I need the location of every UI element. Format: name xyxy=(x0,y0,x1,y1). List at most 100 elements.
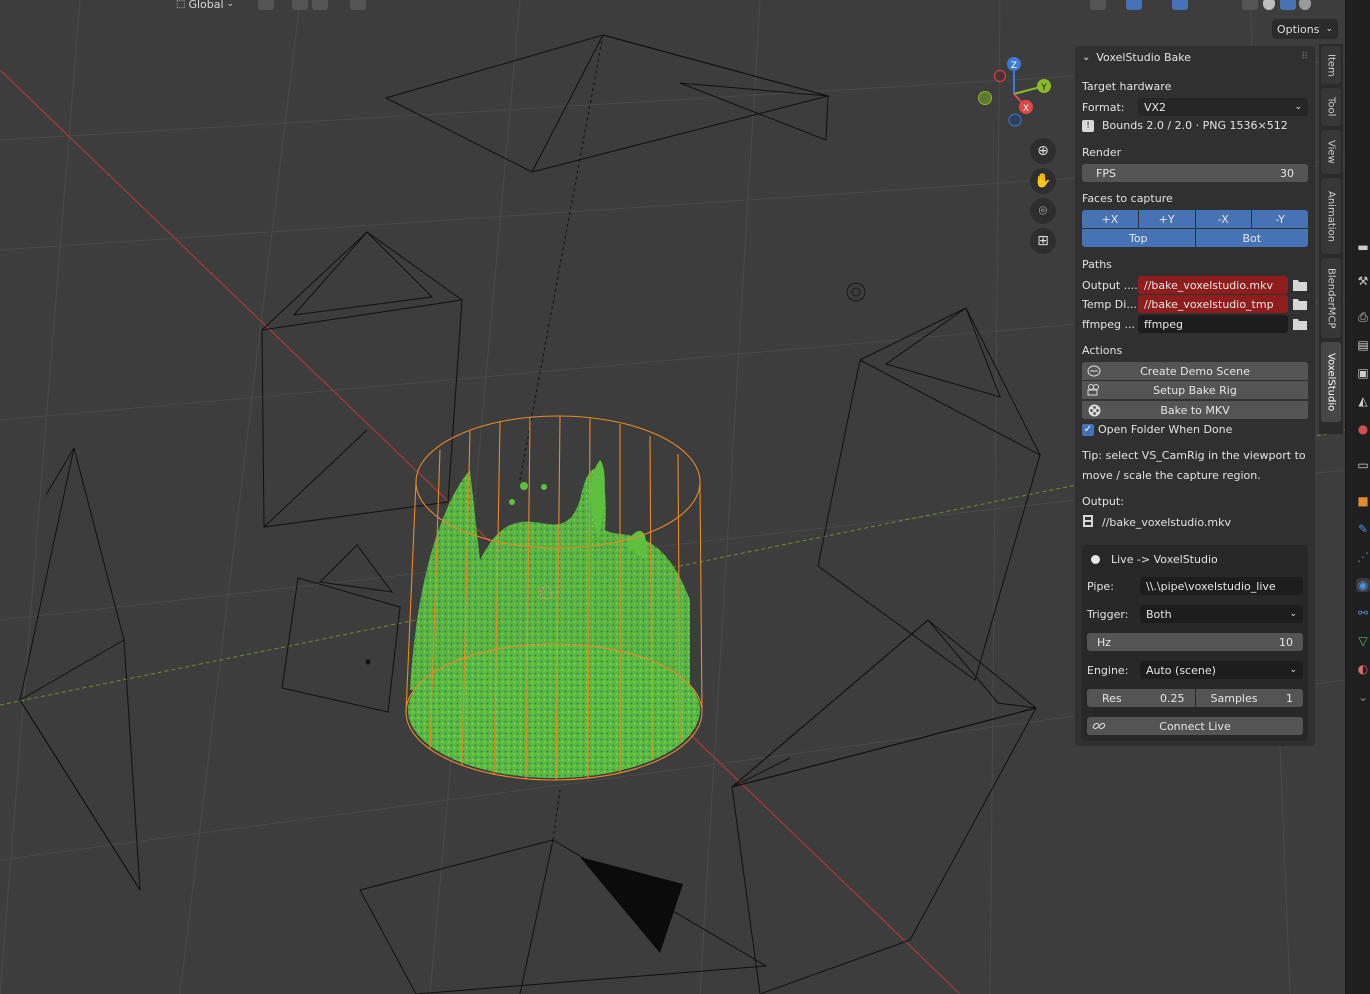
tab-blendermcp[interactable]: BlenderMCP xyxy=(1321,258,1341,338)
face-bot-toggle[interactable]: Bot xyxy=(1195,229,1308,247)
samples-slider[interactable]: Samples 1 xyxy=(1195,689,1303,707)
format-dropdown[interactable]: VX2 ⌄ xyxy=(1138,98,1308,116)
drag-handle-icon[interactable]: ⠿ xyxy=(1301,52,1308,62)
ffmpeg-field[interactable]: ffmpeg xyxy=(1138,315,1288,333)
face-neg-y-toggle[interactable]: -Y xyxy=(1252,210,1308,228)
voxelstudio-bake-panel: ⌄ VoxelStudio Bake ⠿ Target hardware For… xyxy=(1075,46,1315,746)
snap-increment-icon[interactable] xyxy=(312,0,328,10)
tab-item[interactable]: Item xyxy=(1321,46,1341,84)
chevron-down-icon[interactable]: ⌄ xyxy=(1356,690,1370,704)
transform-pivot-icon[interactable] xyxy=(258,0,274,10)
tab-voxelstudio-label: VoxelStudio xyxy=(1325,352,1337,412)
gizmo-x-label: X xyxy=(1023,104,1029,114)
transform-orientation-dropdown[interactable]: ⬚ Global ⌄ xyxy=(176,0,234,12)
status-dot-icon xyxy=(1091,555,1100,564)
shading-rendered-icon[interactable] xyxy=(1299,0,1311,10)
face-top-toggle[interactable]: Top xyxy=(1082,229,1195,247)
chevron-down-icon: ⌄ xyxy=(1289,665,1297,675)
trigger-dropdown[interactable]: Both ⌄ xyxy=(1140,605,1303,623)
material-icon[interactable]: ◐ xyxy=(1356,662,1370,676)
create-demo-scene-button[interactable]: Create Demo Scene xyxy=(1082,362,1308,380)
tab-voxelstudio[interactable]: VoxelStudio xyxy=(1321,342,1341,422)
modifier-wrench-icon[interactable]: ✎ xyxy=(1356,522,1370,536)
gizmo-icon[interactable] xyxy=(1090,0,1106,10)
temp-dir-field[interactable]: //bake_voxelstudio_tmp xyxy=(1138,295,1288,313)
tool-settings-icon[interactable]: ▬ xyxy=(1356,240,1370,254)
xray-icon[interactable] xyxy=(1172,0,1188,10)
fps-label: FPS xyxy=(1096,166,1116,180)
grid-perspective-icon[interactable]: ⊞ xyxy=(1030,228,1056,254)
engine-dropdown[interactable]: Auto (scene) ⌄ xyxy=(1140,661,1303,679)
face-pos-y-toggle[interactable]: +Y xyxy=(1138,210,1195,228)
properties-editor-tabs: ▬ ⚒ ⎙ ▤ ▣ ◭ ● ▭ ■ ✎ ⋰ ◉ ⚯ ▽ ◐ ⌄ xyxy=(1345,0,1370,994)
options-button[interactable]: Options ⌄ xyxy=(1272,19,1338,39)
object-properties-icon[interactable]: ■ xyxy=(1356,494,1370,508)
engine-value: Auto (scene) xyxy=(1146,663,1216,677)
folder-icon[interactable] xyxy=(1292,316,1308,332)
gizmo-neg-z xyxy=(1008,113,1022,127)
world-properties-icon[interactable]: ● xyxy=(1356,422,1370,436)
fps-slider[interactable]: FPS 30 xyxy=(1082,164,1308,182)
shading-solid-icon[interactable] xyxy=(1263,0,1275,10)
collection-icon[interactable]: ▭ xyxy=(1356,458,1370,472)
hz-label: Hz xyxy=(1097,635,1112,649)
tab-view[interactable]: View xyxy=(1321,130,1341,174)
object-data-icon[interactable]: ▽ xyxy=(1356,634,1370,648)
bake-to-mkv-button[interactable]: Bake to MKV xyxy=(1082,401,1308,419)
particles-icon[interactable]: ⋰ xyxy=(1356,550,1370,564)
ffmpeg-label: ffmpeg ... xyxy=(1082,317,1136,331)
samples-value: 1 xyxy=(1286,691,1293,705)
live-title: Live -> VoxelStudio xyxy=(1111,553,1218,566)
face-pos-x-toggle[interactable]: +X xyxy=(1082,210,1138,228)
shading-wireframe-icon[interactable] xyxy=(1242,0,1258,10)
link-icon xyxy=(1092,719,1106,733)
image-icon[interactable]: ▣ xyxy=(1356,366,1370,380)
setup-bake-rig-button[interactable]: Setup Bake Rig xyxy=(1082,381,1308,399)
tip-line-2: move / scale the capture region. xyxy=(1082,469,1261,482)
pipe-label: Pipe: xyxy=(1087,579,1114,593)
hz-slider[interactable]: Hz 10 xyxy=(1087,633,1303,651)
folder-icon[interactable] xyxy=(1292,277,1308,293)
scene-icon xyxy=(1087,364,1101,378)
res-value: 0.25 xyxy=(1160,691,1185,705)
output-path-field[interactable]: //bake_voxelstudio.mkv xyxy=(1138,276,1288,294)
physics-icon[interactable]: ◉ xyxy=(1356,578,1370,592)
checkbox-checked-icon[interactable]: ✓ xyxy=(1082,423,1094,436)
hz-value: 10 xyxy=(1279,635,1293,649)
constraints-icon[interactable]: ⚯ xyxy=(1356,606,1370,620)
orientation-icon: ⬚ xyxy=(176,0,186,10)
panel-header[interactable]: ⌄ VoxelStudio Bake ⠿ xyxy=(1082,50,1308,64)
bake-mkv-label: Bake to MKV xyxy=(1160,403,1230,417)
hand-pan-icon[interactable]: ✋ xyxy=(1030,168,1056,194)
output-properties-icon[interactable]: ⎙ xyxy=(1356,310,1370,324)
actions-label: Actions xyxy=(1082,344,1123,357)
camera-rig-wireframes xyxy=(19,34,1041,994)
proportional-edit-icon[interactable] xyxy=(350,0,366,10)
info-icon: ! xyxy=(1082,119,1094,132)
render-properties-icon[interactable]: ⚒ xyxy=(1356,274,1370,288)
output-heading: Output: xyxy=(1082,495,1124,508)
overlay-icon[interactable] xyxy=(1126,0,1142,10)
tab-tool[interactable]: Tool xyxy=(1321,88,1341,126)
navigation-gizmo[interactable]: Z Y X xyxy=(970,50,1060,140)
format-value: VX2 xyxy=(1144,100,1167,114)
falloff-icon[interactable] xyxy=(372,0,388,10)
film-reel-icon xyxy=(1087,403,1101,417)
open-folder-checkbox-row[interactable]: ✓ Open Folder When Done xyxy=(1082,423,1308,436)
pipe-field[interactable]: \\.\pipe\voxelstudio_live xyxy=(1140,577,1303,595)
tab-animation[interactable]: Animation xyxy=(1321,178,1341,254)
chevron-down-icon: ⌄ xyxy=(1289,609,1297,619)
sidebar-tabs: Item Tool View Animation BlenderMCP Voxe… xyxy=(1319,44,1343,434)
snap-icon[interactable] xyxy=(292,0,308,10)
scene-properties-icon[interactable]: ◭ xyxy=(1356,394,1370,408)
connect-live-button[interactable]: Connect Live xyxy=(1087,717,1303,735)
output-path-label: Output .... xyxy=(1082,278,1138,292)
res-slider[interactable]: Res 0.25 xyxy=(1087,689,1195,707)
view-layer-icon[interactable]: ▤ xyxy=(1356,338,1370,352)
camera-view-icon[interactable]: ⌾ xyxy=(1030,198,1056,224)
folder-icon[interactable] xyxy=(1292,296,1308,312)
face-neg-x-toggle[interactable]: -X xyxy=(1195,210,1252,228)
active-camera-triangle xyxy=(580,857,683,953)
zoom-icon[interactable]: ⊕ xyxy=(1030,138,1056,164)
shading-material-icon[interactable] xyxy=(1280,0,1296,10)
